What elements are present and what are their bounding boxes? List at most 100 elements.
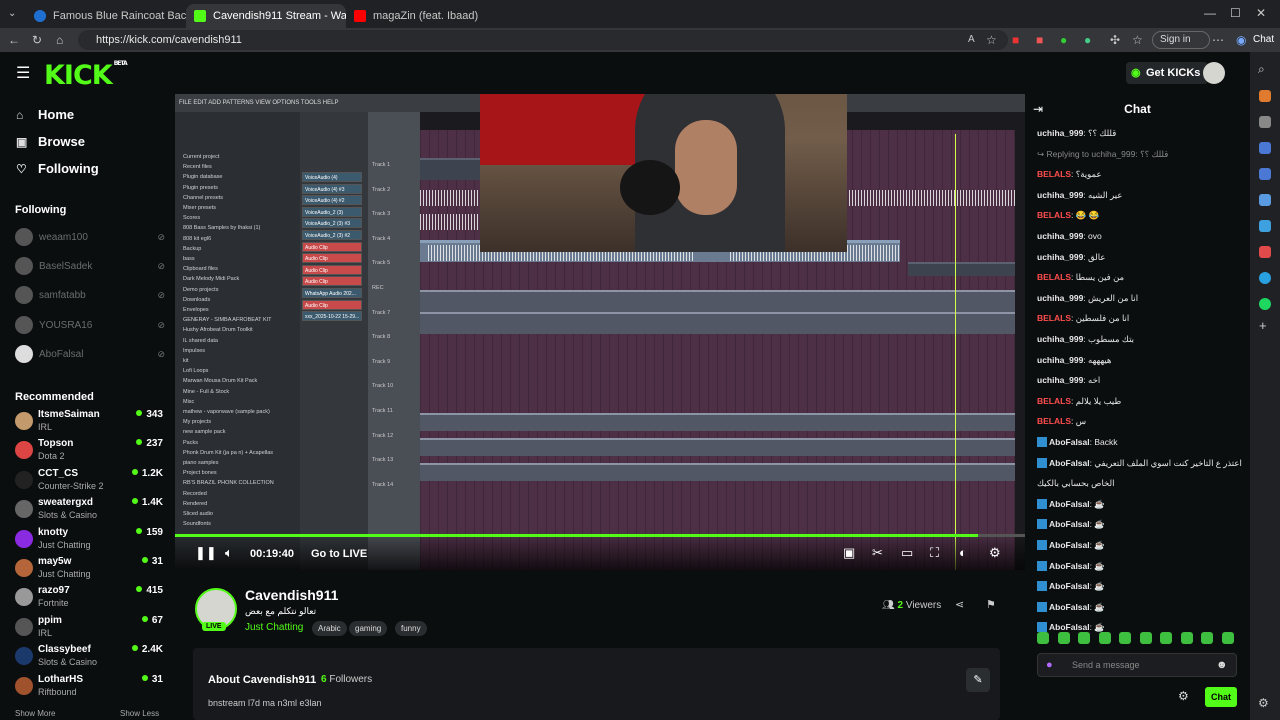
emote-icon[interactable] [1139,632,1152,644]
chat-username[interactable]: uchiha_999 [1037,334,1083,344]
extension-icon[interactable] [1259,142,1271,154]
chat-username[interactable]: AboFalsal [1049,602,1090,612]
chat-username[interactable]: uchiha_999 [1037,190,1083,200]
extension-icon[interactable] [1259,168,1271,180]
tag-arabic[interactable]: Arabic [312,621,347,636]
extension-icon[interactable]: ● [1084,28,1091,52]
following-item[interactable]: BaselSadek ⊘ [15,255,165,277]
kick-logo[interactable]: KICK BETA [44,60,128,91]
extension-icon[interactable] [1259,194,1271,206]
hamburger-menu-icon[interactable]: ☰ [16,63,30,83]
extension-icon[interactable] [1259,220,1271,232]
extension-icon[interactable]: ■ [1036,28,1043,52]
emote-icon[interactable] [1160,632,1172,644]
clip-icon[interactable]: ✂ [872,545,883,561]
playback-speed-icon[interactable]: ◐ [959,545,967,560]
emote-icon[interactable] [1180,632,1193,644]
favorites-icon[interactable]: ☆ [1132,28,1143,52]
recommended-item[interactable]: Topson Dota 2 237 [15,438,163,466]
chat-username[interactable]: BELALS [1037,396,1071,406]
chat-username[interactable]: uchiha_999 [1037,375,1083,385]
chat-extension-label[interactable]: Chat [1253,34,1274,45]
chat-username[interactable]: AboFalsal [1049,622,1090,632]
go-to-live-button[interactable]: Go to LIVE [311,548,367,560]
extension-icon[interactable] [1259,272,1271,284]
chat-username[interactable]: uchiha_999 [1037,128,1083,138]
sign-in-button[interactable]: Sign in [1152,31,1210,49]
chat-username[interactable]: AboFalsal [1049,458,1090,468]
emote-icon[interactable] [1119,632,1131,644]
extension-icon[interactable]: ■ [1012,28,1019,52]
url-input[interactable]: https://kick.com/cavendish911 [78,30,1008,50]
following-item[interactable]: YOUSRA16 ⊘ [15,314,165,336]
nav-following[interactable]: ♡ Following [16,161,99,176]
copilot-icon[interactable]: ◉ [1236,28,1246,52]
following-item[interactable]: AboFalsal ⊘ [15,343,165,365]
following-item[interactable]: samfatabb ⊘ [15,284,165,306]
chat-username[interactable]: AboFalsal [1049,437,1090,447]
minimize-icon[interactable]: — [1204,1,1216,25]
theater-mode-icon[interactable]: ▭ [901,545,913,561]
get-kicks-button[interactable]: ◉ Get KICKs [1126,62,1209,84]
extension-icon[interactable] [1259,298,1271,310]
emote-icon[interactable] [1201,632,1213,644]
settings-icon[interactable]: ⚙ [1258,696,1269,710]
chat-username[interactable]: uchiha_999 [1037,252,1083,262]
chat-username[interactable]: AboFalsal [1049,581,1090,591]
tag-funny[interactable]: funny [395,621,427,636]
settings-icon[interactable]: ⚙ [989,545,1001,561]
mini-player-icon[interactable]: ▣ [843,545,855,561]
recommended-item[interactable]: ItsmeSaiman IRL 343 [15,409,163,437]
chat-username[interactable]: BELALS [1037,313,1071,323]
chat-username[interactable]: BELALS [1037,169,1071,179]
chat-username[interactable]: AboFalsal [1049,561,1090,571]
send-chat-button[interactable]: Chat [1205,687,1237,707]
following-item[interactable]: weaam100 ⊘ [15,226,165,248]
extension-icon[interactable] [1259,246,1271,258]
extension-icon[interactable] [1259,90,1271,102]
chat-username[interactable]: BELALS [1037,272,1071,282]
reload-icon[interactable]: ↻ [32,28,42,52]
recommended-item[interactable]: CCT_CS Counter-Strike 2 1.2K [15,468,163,496]
chat-username[interactable]: AboFalsal [1049,499,1090,509]
report-icon[interactable]: ⚑ [986,598,996,611]
recommended-item[interactable]: knotty Just Chatting 159 [15,527,163,555]
extension-icon[interactable]: ● [1060,28,1067,52]
pause-icon[interactable]: ❚❚ [195,545,217,561]
tab-kick[interactable]: Cavendish911 Stream - Watch ✕ [186,4,346,28]
emote-icon[interactable] [1078,632,1090,644]
tab-youtube[interactable]: magaZin (feat. Ibaad) - YouTube [346,4,480,28]
recommended-item[interactable]: sweatergxd Slots & Casino 1.4K [15,497,163,525]
chat-username[interactable]: AboFalsal [1049,519,1090,529]
video-player[interactable]: FILE EDIT ADD PATTERNS VIEW OPTIONS TOOL… [175,94,1025,570]
chat-username[interactable]: uchiha_999 [1037,355,1083,365]
recommended-item[interactable]: may5w Just Chatting 31 [15,556,163,584]
volume-icon[interactable]: 🔈︎ [225,545,233,561]
star-icon[interactable]: ☆ [986,28,997,52]
recommended-item[interactable]: Classybeef Slots & Casino 2.4K [15,644,163,672]
emote-icon[interactable] [1057,632,1070,644]
fullscreen-icon[interactable]: ⛶ [930,545,939,561]
chat-username[interactable]: BELALS [1037,416,1071,426]
show-less-link[interactable]: Show Less [120,709,159,718]
home-icon[interactable]: ⌂ [56,28,63,52]
tab-search-icon[interactable]: ⌄ [8,1,16,27]
emote-icon[interactable] [1037,632,1049,644]
tab-raincoat[interactable]: Famous Blue Raincoat Backstory ✕ [26,4,186,28]
read-aloud-icon[interactable]: A [968,28,975,52]
back-icon[interactable]: ← [8,28,20,52]
channel-name[interactable]: Cavendish911 [245,587,338,603]
chat-username[interactable]: BELALS [1037,210,1071,220]
stream-category[interactable]: Just Chatting [245,622,303,633]
extension-icon[interactable] [1259,116,1271,128]
chat-username[interactable]: AboFalsal [1049,540,1090,550]
recommended-item[interactable]: ppim IRL 67 [15,615,163,643]
nav-browse[interactable]: ▣ Browse [16,134,85,149]
chat-settings-icon[interactable]: ⚙ [1178,689,1189,703]
recommended-item[interactable]: LotharHS Riftbound 31 [15,674,163,702]
microphone-icon[interactable]: ● [1046,654,1053,676]
tag-gaming[interactable]: gaming [349,621,388,636]
nav-home[interactable]: ⌂ Home [16,107,74,122]
chat-username[interactable]: uchiha_999 [1037,293,1083,303]
show-more-link[interactable]: Show More [15,709,55,718]
